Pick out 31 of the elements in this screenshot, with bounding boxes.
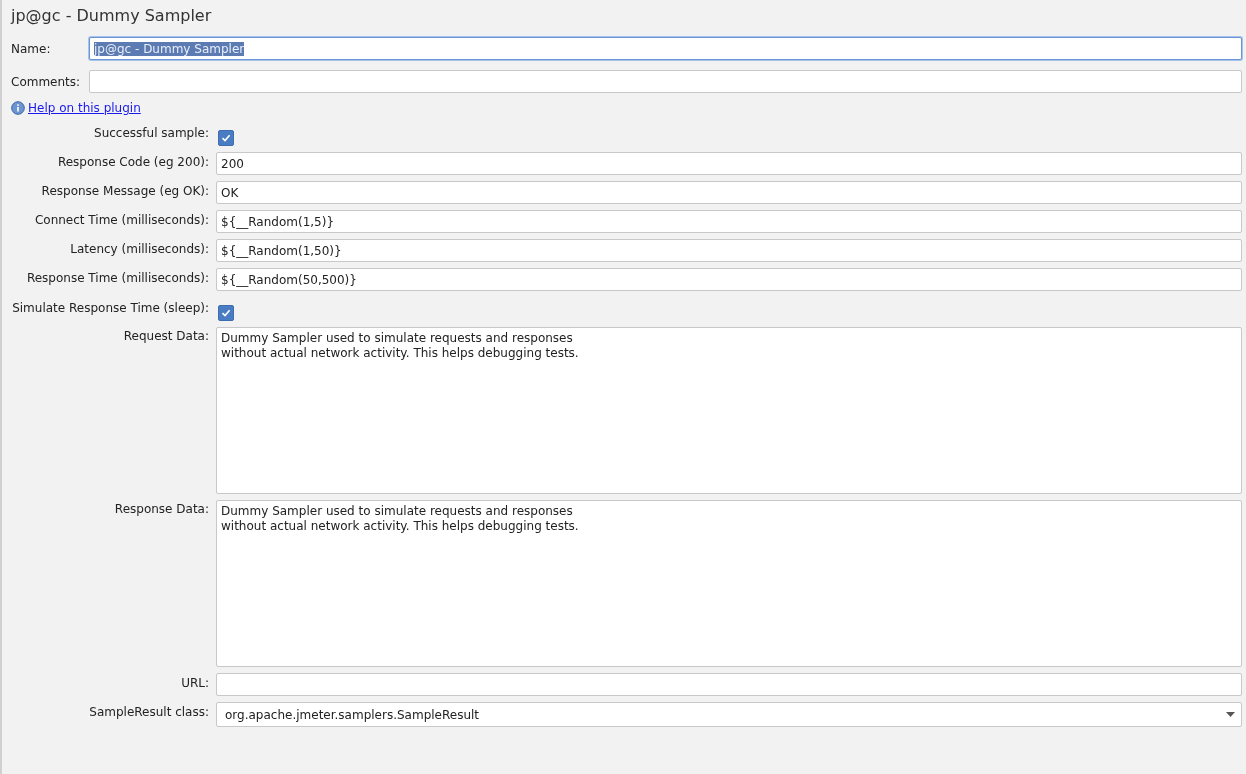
checkbox[interactable]	[218, 305, 234, 321]
field-label: URL:	[180, 675, 209, 692]
text-field[interactable]: ${__Random(1,50)}	[216, 239, 1242, 262]
field-label: Request Data:	[122, 328, 209, 345]
text-field[interactable]: 200	[216, 152, 1242, 175]
text-field[interactable]: ${__Random(50,500)}	[216, 268, 1242, 291]
text-field[interactable]: OK	[216, 181, 1242, 204]
field-label: Response Code (eg 200):	[56, 154, 209, 171]
field-label: Response Message (eg OK):	[40, 183, 209, 200]
field-label: Latency (milliseconds):	[69, 241, 209, 258]
panel-title: jp@gc - Dummy Sampler	[11, 6, 213, 27]
info-icon	[11, 101, 25, 115]
text-field[interactable]	[216, 673, 1242, 696]
field-label: Response Data:	[113, 501, 209, 518]
caret-icon	[1226, 712, 1235, 717]
text-area[interactable]: Dummy Sampler used to simulate requests and responses without actual network activity. This helps debugging tests.	[216, 500, 1242, 667]
name-label: Name:	[11, 41, 52, 56]
field-label: Connect Time (milliseconds):	[33, 212, 209, 229]
comments-field[interactable]	[89, 70, 1242, 93]
checkbox[interactable]	[218, 130, 234, 146]
field-label: Successful sample:	[93, 125, 209, 142]
text-area[interactable]: Dummy Sampler used to simulate requests and responses without actual network activity. This helps debugging tests.	[216, 327, 1242, 494]
class-dropdown[interactable]: org.apache.jmeter.samplers.SampleResult	[216, 702, 1242, 727]
comments-label: Comments:	[11, 74, 82, 89]
help-link[interactable]: Help on this plugin	[28, 101, 141, 115]
checkmark-icon	[221, 308, 231, 318]
text-field[interactable]: ${__Random(1,5)}	[216, 210, 1242, 233]
field-label: Response Time (milliseconds):	[25, 270, 209, 287]
checkmark-icon	[221, 133, 231, 143]
field-label: Simulate Response Time (sleep):	[11, 300, 209, 317]
field-label: SampleResult class:	[88, 704, 209, 721]
